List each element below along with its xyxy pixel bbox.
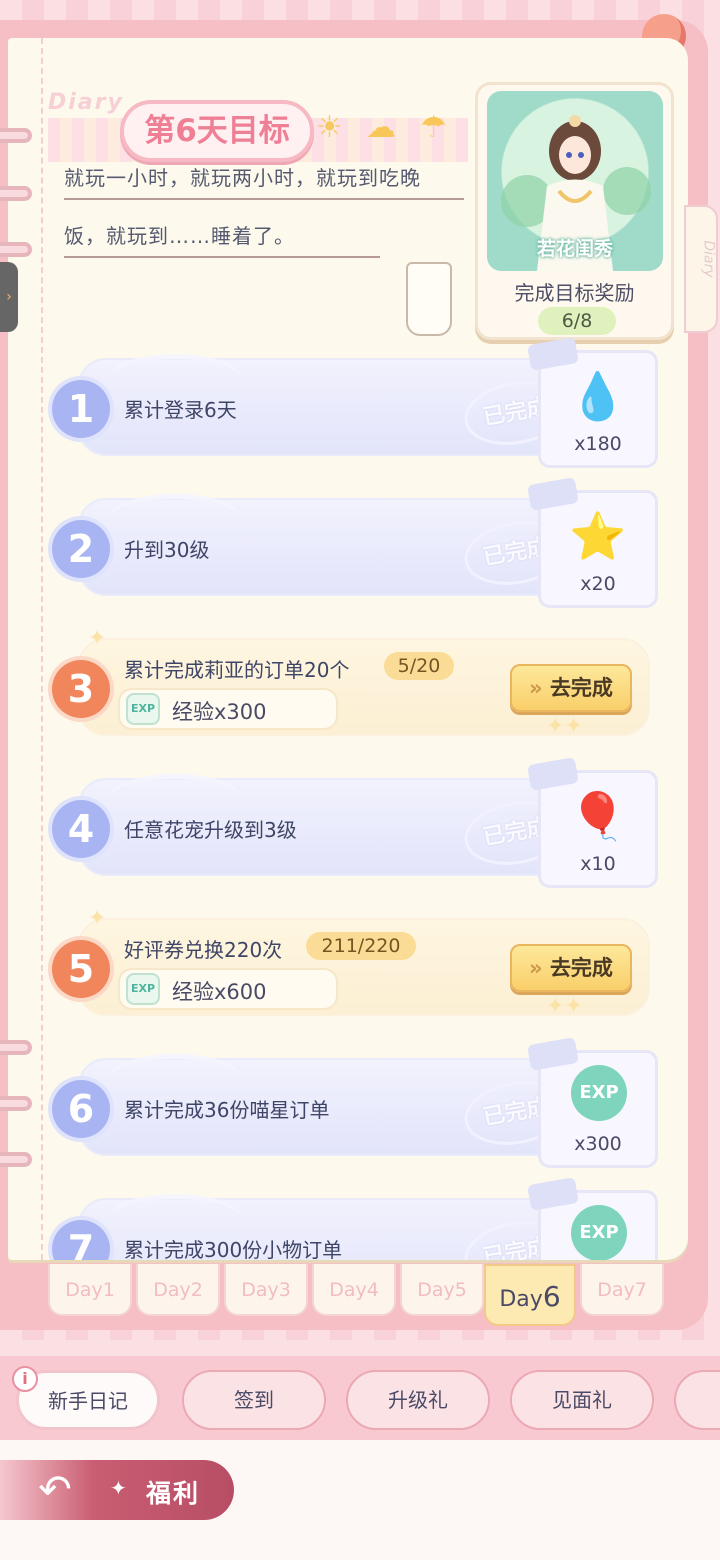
- day-title-pill: 第6天目标: [120, 100, 314, 162]
- rain-cloud-icon: ☂: [420, 110, 447, 145]
- tab-day5[interactable]: Day5: [400, 1264, 484, 1316]
- task-reward-box[interactable]: EXP: [527, 1177, 658, 1260]
- page-title: 第6天目标: [144, 113, 290, 149]
- tab-meeting-gift[interactable]: 见面礼: [510, 1370, 654, 1430]
- description-rule-1: [64, 198, 464, 200]
- reward-quantity: x10: [580, 853, 616, 875]
- double-chevron-icon: »: [529, 676, 550, 700]
- reward-quantity: x20: [580, 573, 616, 595]
- description-line-1: 就玩一小时，就玩两小时，就玩到吃晚: [64, 166, 421, 190]
- sparkle-icon: ✦✦: [546, 994, 583, 1019]
- task-reward-box[interactable]: ⭐ x20: [527, 477, 658, 608]
- task-reward-label: 经验x600: [172, 980, 267, 1004]
- binder-ring: [0, 1096, 32, 1111]
- task-description: 累计登录6天: [124, 398, 237, 422]
- tab-day6[interactable]: Day6: [484, 1264, 576, 1326]
- paper-clip-icon: [527, 1037, 579, 1071]
- tab-level-up-gift[interactable]: 升级礼: [346, 1370, 490, 1430]
- tab-sign-in[interactable]: 签到: [182, 1370, 326, 1430]
- reward-portrait[interactable]: 若花闺秀: [487, 91, 663, 271]
- binder-ring: [0, 1040, 32, 1055]
- diary-bookmark-tab[interactable]: Diary: [684, 205, 718, 333]
- water-drop-icon: 💧: [569, 369, 627, 423]
- reward-portrait-name: 若花闺秀: [536, 238, 613, 260]
- exp-icon: EXP: [571, 1065, 627, 1121]
- task-number-badge: 3: [52, 660, 110, 718]
- exp-icon: EXP: [126, 693, 160, 725]
- task-number-badge: 5: [52, 940, 110, 998]
- sparkle-icon: ✦: [88, 906, 107, 931]
- go-complete-button[interactable]: » 去完成: [510, 944, 632, 992]
- bookmark-label: Diary: [700, 240, 717, 278]
- binder-ring: [0, 242, 32, 257]
- double-chevron-icon: »: [529, 956, 550, 980]
- diary-page: Diary 第6天目标 ☀ ☁ ☂ 就玩一小时，就玩两小时，就玩到吃晚 饭，就玩…: [8, 38, 688, 1260]
- star-icon: ⭐: [569, 509, 627, 563]
- tab-day2[interactable]: Day2: [136, 1264, 220, 1316]
- task-reward-pill: EXP 经验x600: [118, 968, 338, 1010]
- binder-ring: [0, 1152, 32, 1167]
- description-rule-2: [64, 256, 380, 258]
- task-progress-badge: 5/20: [384, 652, 454, 680]
- task-row[interactable]: 1 累计登录6天 已完成 💧 x180: [52, 337, 658, 468]
- task-row[interactable]: 2 升到30级 已完成 ⭐ x20: [52, 477, 658, 608]
- back-arrow-icon[interactable]: ↶: [30, 1466, 80, 1514]
- reward-progress-badge: 6/8: [538, 307, 616, 335]
- binder-ring: [0, 128, 32, 143]
- task-row[interactable]: 5 ✦ 好评券兑换220次 211/220 EXP 经验x600 » 去完成 ✦…: [52, 906, 650, 1019]
- task-reward-pill: EXP 经验x300: [118, 688, 338, 730]
- reward-quantity: x180: [574, 433, 622, 455]
- welfare-label: 福利: [146, 1479, 201, 1508]
- sparkle-icon: ✦: [110, 1476, 127, 1500]
- task-reward-box[interactable]: 💧 x180: [527, 337, 658, 468]
- cloud-icon: ☁: [366, 110, 396, 145]
- task-description: 任意花宠升级到3级: [124, 818, 297, 842]
- task-description: 累计完成36份喵星订单: [124, 1098, 330, 1122]
- task-description: 升到30级: [124, 538, 210, 562]
- task-progress-badge: 211/220: [306, 932, 416, 960]
- task-number-badge: 7: [52, 1220, 110, 1260]
- sparkle-icon: ✦: [88, 626, 107, 651]
- side-expand-arrow-icon[interactable]: ›: [0, 262, 18, 332]
- tab-day4[interactable]: Day4: [312, 1264, 396, 1316]
- page-margin-line: [41, 38, 43, 1260]
- drink-cup-icon: [406, 262, 452, 336]
- tab-day-prefix: Day: [499, 1287, 543, 1312]
- description-line-2: 饭，就玩到……睡着了。: [64, 224, 295, 248]
- task-row[interactable]: 4 任意花宠升级到3级 已完成 🎈 x10: [52, 757, 658, 888]
- task-row[interactable]: 3 ✦ 累计完成莉亚的订单20个 5/20 EXP 经验x300 » 去完成 ✦…: [52, 626, 650, 739]
- task-description: 好评券兑换220次: [124, 938, 283, 962]
- hot-air-balloon-icon: 🎈: [569, 789, 627, 843]
- tab-day1[interactable]: Day1: [48, 1264, 132, 1316]
- go-complete-label: » 去完成: [529, 676, 613, 700]
- paper-clip-icon: [527, 1177, 579, 1211]
- task-description: 累计完成莉亚的订单20个: [124, 658, 350, 682]
- tab-day7[interactable]: Day7: [580, 1264, 664, 1316]
- info-icon[interactable]: i: [12, 1366, 38, 1392]
- tab-day-number: 6: [542, 1280, 561, 1313]
- task-number-badge: 4: [52, 800, 110, 858]
- reward-card-title: 完成目标奖励: [514, 281, 635, 305]
- task-reward-box[interactable]: EXP x300: [527, 1037, 658, 1168]
- task-row[interactable]: 6 累计完成36份喵星订单 已完成 EXP x300: [52, 1037, 658, 1168]
- goal-reward-card[interactable]: 若花闺秀 完成目标奖励 6/8: [475, 82, 674, 340]
- go-complete-label: » 去完成: [529, 956, 613, 980]
- task-number-badge: 1: [52, 380, 110, 438]
- sparkle-icon: ✦✦: [546, 714, 583, 739]
- exp-icon: EXP: [126, 973, 160, 1005]
- task-description: 累计完成300份小物订单: [124, 1238, 343, 1260]
- binder-ring: [0, 186, 32, 201]
- sun-icon: ☀: [316, 110, 343, 145]
- go-complete-button[interactable]: » 去完成: [510, 664, 632, 712]
- task-number-badge: 6: [52, 1080, 110, 1138]
- diary-tag: Diary: [48, 90, 124, 115]
- task-reward-box[interactable]: 🎈 x10: [527, 757, 658, 888]
- task-number-badge: 2: [52, 520, 110, 578]
- reward-quantity: x300: [574, 1133, 622, 1155]
- tab-day3[interactable]: Day3: [224, 1264, 308, 1316]
- task-reward-label: 经验x300: [172, 700, 267, 724]
- exp-icon: EXP: [571, 1205, 627, 1260]
- task-row[interactable]: 7 累计完成300份小物订单 已完成 EXP: [52, 1177, 658, 1260]
